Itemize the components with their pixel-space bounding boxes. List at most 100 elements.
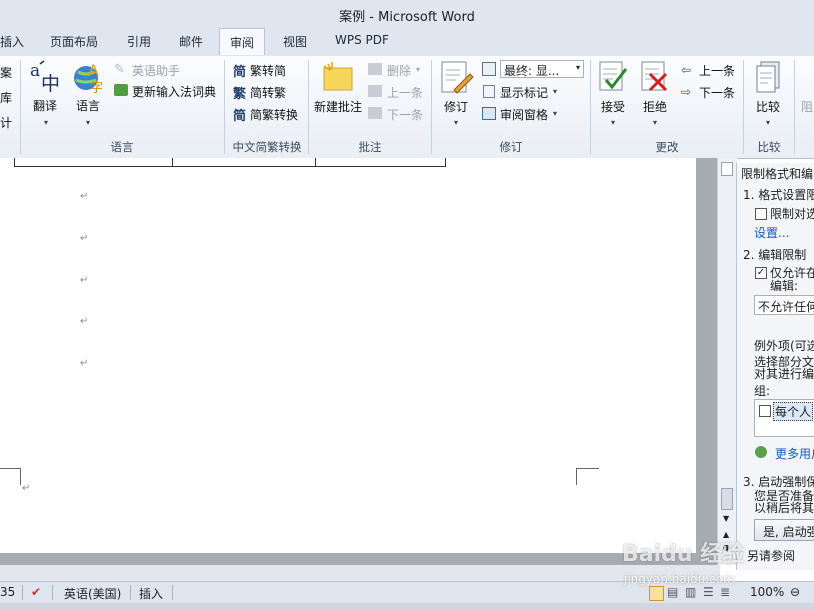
zoom-out-icon[interactable]: ⊖ [790, 585, 800, 599]
update-ime-button[interactable]: 更新输入法词典 [132, 83, 216, 100]
simp-to-trad-icon: 繁 [233, 87, 247, 102]
select-parts-line-3: 组: [754, 384, 771, 398]
group-label-comments: 批注 [358, 140, 382, 154]
exceptions-label: 例外项(可选 [754, 339, 814, 353]
see-also-label: 另请参阅 [747, 549, 796, 563]
scroll-down-icon[interactable]: ▼ [723, 514, 729, 523]
next-change-button[interactable]: 下一条 [699, 84, 735, 101]
vertical-scrollbar[interactable]: ▼ ▲ ● [717, 158, 737, 565]
partial-item-3[interactable]: 计 [0, 114, 12, 131]
tab-references[interactable]: 引用 [127, 33, 151, 50]
pane-title: 限制格式和编 [741, 167, 814, 181]
select-parts-line-2: 对其进行编 [754, 367, 814, 381]
reject-button[interactable]: 拒绝 [643, 98, 667, 115]
group-label-chinese-conversion: 中文简繁转换 [232, 140, 302, 154]
group-label-compare: 比较 [757, 140, 781, 154]
ruler-toggle-icon[interactable] [721, 162, 733, 176]
web-layout-icon[interactable]: ▥ [685, 585, 696, 599]
start-enforcing-label: 是, 启动强 [763, 525, 814, 539]
title-bar: 案例 - Microsoft Word [0, 0, 814, 28]
paragraph-mark: ↵ [22, 483, 31, 494]
horizontal-scroll-area[interactable] [0, 565, 720, 581]
everyone-label: 每个人 [773, 402, 814, 421]
previous-comment-button[interactable]: 上一条 [387, 84, 423, 101]
previous-change-button[interactable]: 上一条 [699, 62, 735, 79]
partial-item-1[interactable]: 案 [0, 64, 12, 81]
paragraph-mark: ↵ [80, 275, 89, 286]
tab-page-layout[interactable]: 页面布局 [50, 33, 98, 50]
scroll-thumb[interactable] [721, 488, 733, 510]
group-label-changes: 更改 [655, 140, 679, 154]
ribbon: 案 库 计 a 中 翻译 ▾ A 字 语言 ▾ ✎ 英语助手 更新输入法词典 语… [0, 56, 814, 159]
window-bottom-edge [0, 603, 814, 610]
next-comment-button[interactable]: 下一条 [387, 106, 423, 123]
full-screen-view-icon[interactable]: ▤ [667, 585, 678, 599]
start-enforcing-button[interactable]: 是, 启动强 [754, 519, 814, 541]
accept-icon [599, 61, 628, 91]
language-icon: A 字 [74, 61, 103, 94]
settings-link[interactable]: 设置... [754, 224, 789, 241]
partial-item-2[interactable]: 库 [0, 89, 12, 106]
protect-button[interactable]: 阻 [801, 98, 813, 115]
edit-label: 编辑: [770, 279, 799, 293]
limit-format-checkbox[interactable] [755, 208, 767, 220]
conversion-icon: 简 [233, 109, 247, 124]
accept-button[interactable]: 接受 [601, 98, 625, 115]
tab-mailings[interactable]: 邮件 [179, 33, 203, 50]
next-change-icon: ⇨ [681, 85, 692, 99]
tab-insert[interactable]: 插入 [0, 33, 24, 50]
edit-type-value: 不允许任何 [758, 300, 814, 314]
next-comment-icon [368, 107, 382, 119]
trad-to-simp-button[interactable]: 繁转简 [250, 62, 286, 79]
chevron-down-icon: ▾ [575, 63, 580, 72]
paragraph-mark: ↵ [80, 191, 89, 202]
compare-icon [756, 61, 780, 93]
section-formatting: 1. 格式设置限 [743, 188, 814, 202]
language-status[interactable]: 英语(美国) [64, 585, 121, 602]
reject-icon [641, 61, 668, 92]
delete-comment-button[interactable]: 删除 [387, 62, 411, 79]
reviewing-pane-icon [482, 107, 496, 120]
users-icon [755, 446, 767, 458]
reviewing-pane-button[interactable]: 审阅窗格 [500, 106, 548, 123]
svg-text:字: 字 [90, 81, 103, 94]
everyone-checkbox[interactable] [759, 405, 771, 417]
section-enforce: 3. 启动强制保 [743, 475, 814, 489]
new-comment-button[interactable]: 新建批注 [314, 98, 362, 115]
track-changes-button[interactable]: 修订 [444, 98, 468, 115]
language-button[interactable]: 语言 [76, 97, 100, 114]
allow-only-checkbox[interactable]: ✓ [755, 267, 767, 279]
english-assistant-button[interactable]: 英语助手 [132, 62, 180, 79]
delete-comment-icon [368, 63, 382, 75]
page-count[interactable]: 35 [0, 585, 15, 599]
tab-review[interactable]: 审阅 [219, 28, 266, 55]
tab-wps-pdf[interactable]: WPS PDF [335, 33, 389, 47]
compare-button[interactable]: 比较 [756, 98, 780, 115]
simp-to-trad-button[interactable]: 简转繁 [250, 84, 286, 101]
conversion-button[interactable]: 简繁转换 [250, 106, 298, 123]
document-page[interactable]: ↵ ↵ ↵ ↵ ↵ ↵ [0, 158, 696, 565]
display-for-review-value: 最终: 显... [504, 64, 560, 78]
page-corner-mark [576, 468, 599, 485]
display-for-review-dropdown[interactable]: 最终: 显... ▾ [500, 60, 584, 78]
trad-to-simp-icon: 简 [233, 65, 247, 80]
watermark-brand: Baidu 经验 [622, 542, 745, 567]
update-ime-icon [114, 84, 128, 96]
show-markup-button[interactable]: 显示标记 [500, 84, 548, 101]
more-users-link[interactable]: 更多用户 [775, 445, 814, 462]
translate-button[interactable]: 翻译 [33, 97, 57, 114]
draft-view-icon[interactable]: ≣ [720, 585, 730, 599]
group-label-tracking: 修订 [499, 140, 523, 154]
users-list[interactable]: 每个人 [754, 399, 814, 437]
proofing-icon[interactable]: ✔ [31, 585, 41, 599]
insert-mode[interactable]: 插入 [139, 585, 163, 602]
svg-text:中: 中 [41, 73, 60, 94]
edit-type-dropdown[interactable]: 不允许任何 [754, 295, 814, 315]
display-review-icon [482, 62, 496, 76]
zoom-level[interactable]: 100% [750, 585, 784, 599]
print-layout-icon[interactable] [649, 586, 664, 601]
previous-change-icon: ⇦ [681, 63, 692, 77]
outline-view-icon[interactable]: ☰ [703, 585, 714, 599]
paragraph-mark: ↵ [80, 358, 89, 369]
tab-view[interactable]: 视图 [283, 33, 307, 50]
